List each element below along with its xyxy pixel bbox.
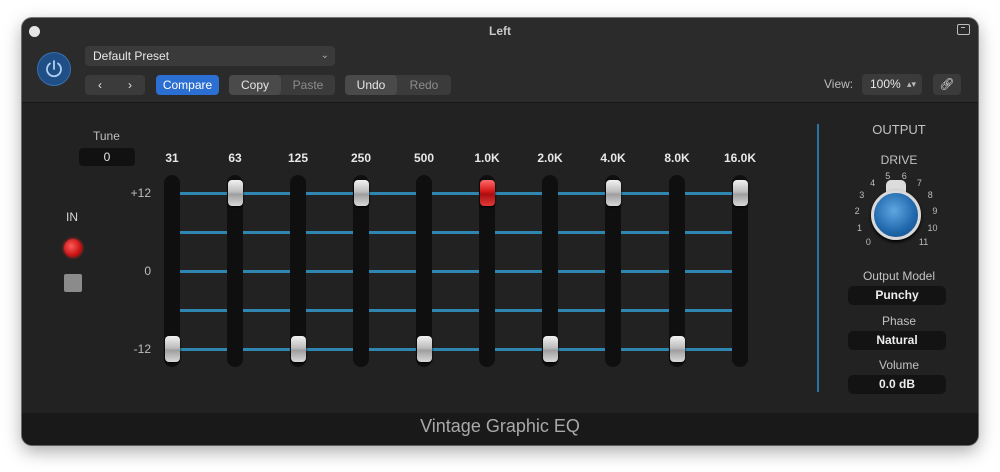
grid-line-plus6 [172, 231, 734, 234]
undo-button[interactable]: Undo [345, 75, 397, 95]
band-frequency-label: 2.0K [537, 151, 563, 165]
band-slider-thumb[interactable] [732, 180, 748, 206]
redo-button[interactable]: Redo [397, 75, 451, 95]
title-bar: Left Default Preset ⌄ ‹ › Compare Copy P… [22, 18, 978, 103]
band-frequency-label: 63 [228, 151, 242, 165]
output-divider [817, 124, 819, 392]
y-tick-label: -12 [133, 342, 151, 356]
plugin-window: Left Default Preset ⌄ ‹ › Compare Copy P… [22, 18, 978, 445]
band-frequency-label: 31 [165, 151, 179, 165]
band-slider-thumb[interactable] [227, 180, 243, 206]
input-led-button[interactable] [64, 239, 82, 257]
chevron-right-icon: › [128, 78, 132, 92]
y-tick-label: +12 [130, 186, 151, 200]
chevron-left-icon: ‹ [98, 78, 102, 92]
nav-preset-segment: ‹ › [85, 75, 145, 95]
output-title: OUTPUT [872, 122, 926, 137]
chevron-down-icon: ⌄ [320, 50, 329, 61]
drive-scale-number: 11 [918, 236, 929, 247]
plugin-name: Vintage Graphic EQ [420, 416, 580, 436]
band-frequency-label: 500 [413, 151, 435, 165]
band-slider-thumb[interactable] [669, 336, 685, 362]
band-slider-thumb[interactable] [605, 180, 621, 206]
drive-scale-number: 8 [927, 190, 933, 201]
zoom-select[interactable]: 100% ▴▾ [862, 74, 922, 95]
compare-button[interactable]: Compare [156, 75, 219, 95]
up-down-chevron-icon: ▴▾ [906, 79, 916, 89]
undo-redo-segment: Undo Redo [345, 75, 451, 95]
phase-label: Phase [881, 314, 917, 328]
band-slider-thumb[interactable] [416, 336, 432, 362]
band-frequency-label: 1.0K [474, 151, 500, 165]
drive-scale-number: 9 [932, 206, 938, 217]
y-tick-label: 0 [144, 264, 151, 278]
next-preset-button[interactable]: › [115, 75, 145, 95]
band-slider-thumb[interactable] [353, 180, 369, 206]
drive-scale-number: 7 [916, 177, 922, 188]
preset-name: Default Preset [93, 49, 170, 63]
drive-scale-number: 1 [856, 222, 862, 233]
band-frequency-label: 250 [350, 151, 372, 165]
phase-select[interactable]: Natural [848, 331, 946, 350]
volume-label: Volume [878, 358, 920, 372]
band-frequency-label: 125 [287, 151, 309, 165]
link-icon: 🔗︎ [939, 77, 955, 91]
previous-preset-button[interactable]: ‹ [85, 75, 115, 95]
in-label: IN [66, 210, 78, 224]
window-title: Left [489, 24, 511, 38]
drive-knob[interactable] [871, 190, 921, 240]
power-icon [46, 60, 62, 78]
band-slider-thumb[interactable] [542, 336, 558, 362]
copy-button[interactable]: Copy [229, 75, 281, 95]
drive-scale-number: 10 [927, 222, 938, 233]
drive-scale-number: 2 [854, 206, 860, 217]
drive-label: DRIVE [880, 153, 918, 167]
drive-scale-number: 3 [859, 190, 865, 201]
preset-dropdown[interactable]: Default Preset ⌄ [85, 46, 335, 66]
zoom-value: 100% [870, 77, 901, 91]
volume-field[interactable]: 0.0 dB [848, 375, 946, 394]
power-button[interactable] [37, 52, 71, 86]
grid-line-zero [172, 270, 734, 273]
tune-label: Tune [93, 129, 120, 143]
pip-icon[interactable] [957, 24, 970, 35]
tune-field[interactable]: 0 [79, 148, 135, 166]
grid-line-plus12 [172, 192, 734, 195]
band-slider-thumb[interactable] [164, 336, 180, 362]
band-slider-thumb[interactable] [290, 336, 306, 362]
output-model-select[interactable]: Punchy [848, 286, 946, 305]
band-frequency-label: 4.0K [600, 151, 626, 165]
drive-scale-number: 0 [865, 236, 871, 247]
view-label: View: [824, 77, 854, 91]
band-slider-thumb[interactable] [479, 180, 495, 206]
drive-scale-number: 4 [870, 177, 876, 188]
grid-line-minus6 [172, 309, 734, 312]
footer: Vintage Graphic EQ [22, 413, 978, 445]
paste-button[interactable]: Paste [281, 75, 335, 95]
link-button[interactable]: 🔗︎ [933, 74, 961, 95]
band-frequency-label: 8.0K [664, 151, 690, 165]
copy-paste-segment: Copy Paste [229, 75, 335, 95]
band-frequency-label: 16.0K [723, 151, 757, 165]
input-square-button[interactable] [64, 274, 82, 292]
grid-line-minus12 [172, 348, 734, 351]
output-model-label: Output Model [862, 269, 936, 283]
